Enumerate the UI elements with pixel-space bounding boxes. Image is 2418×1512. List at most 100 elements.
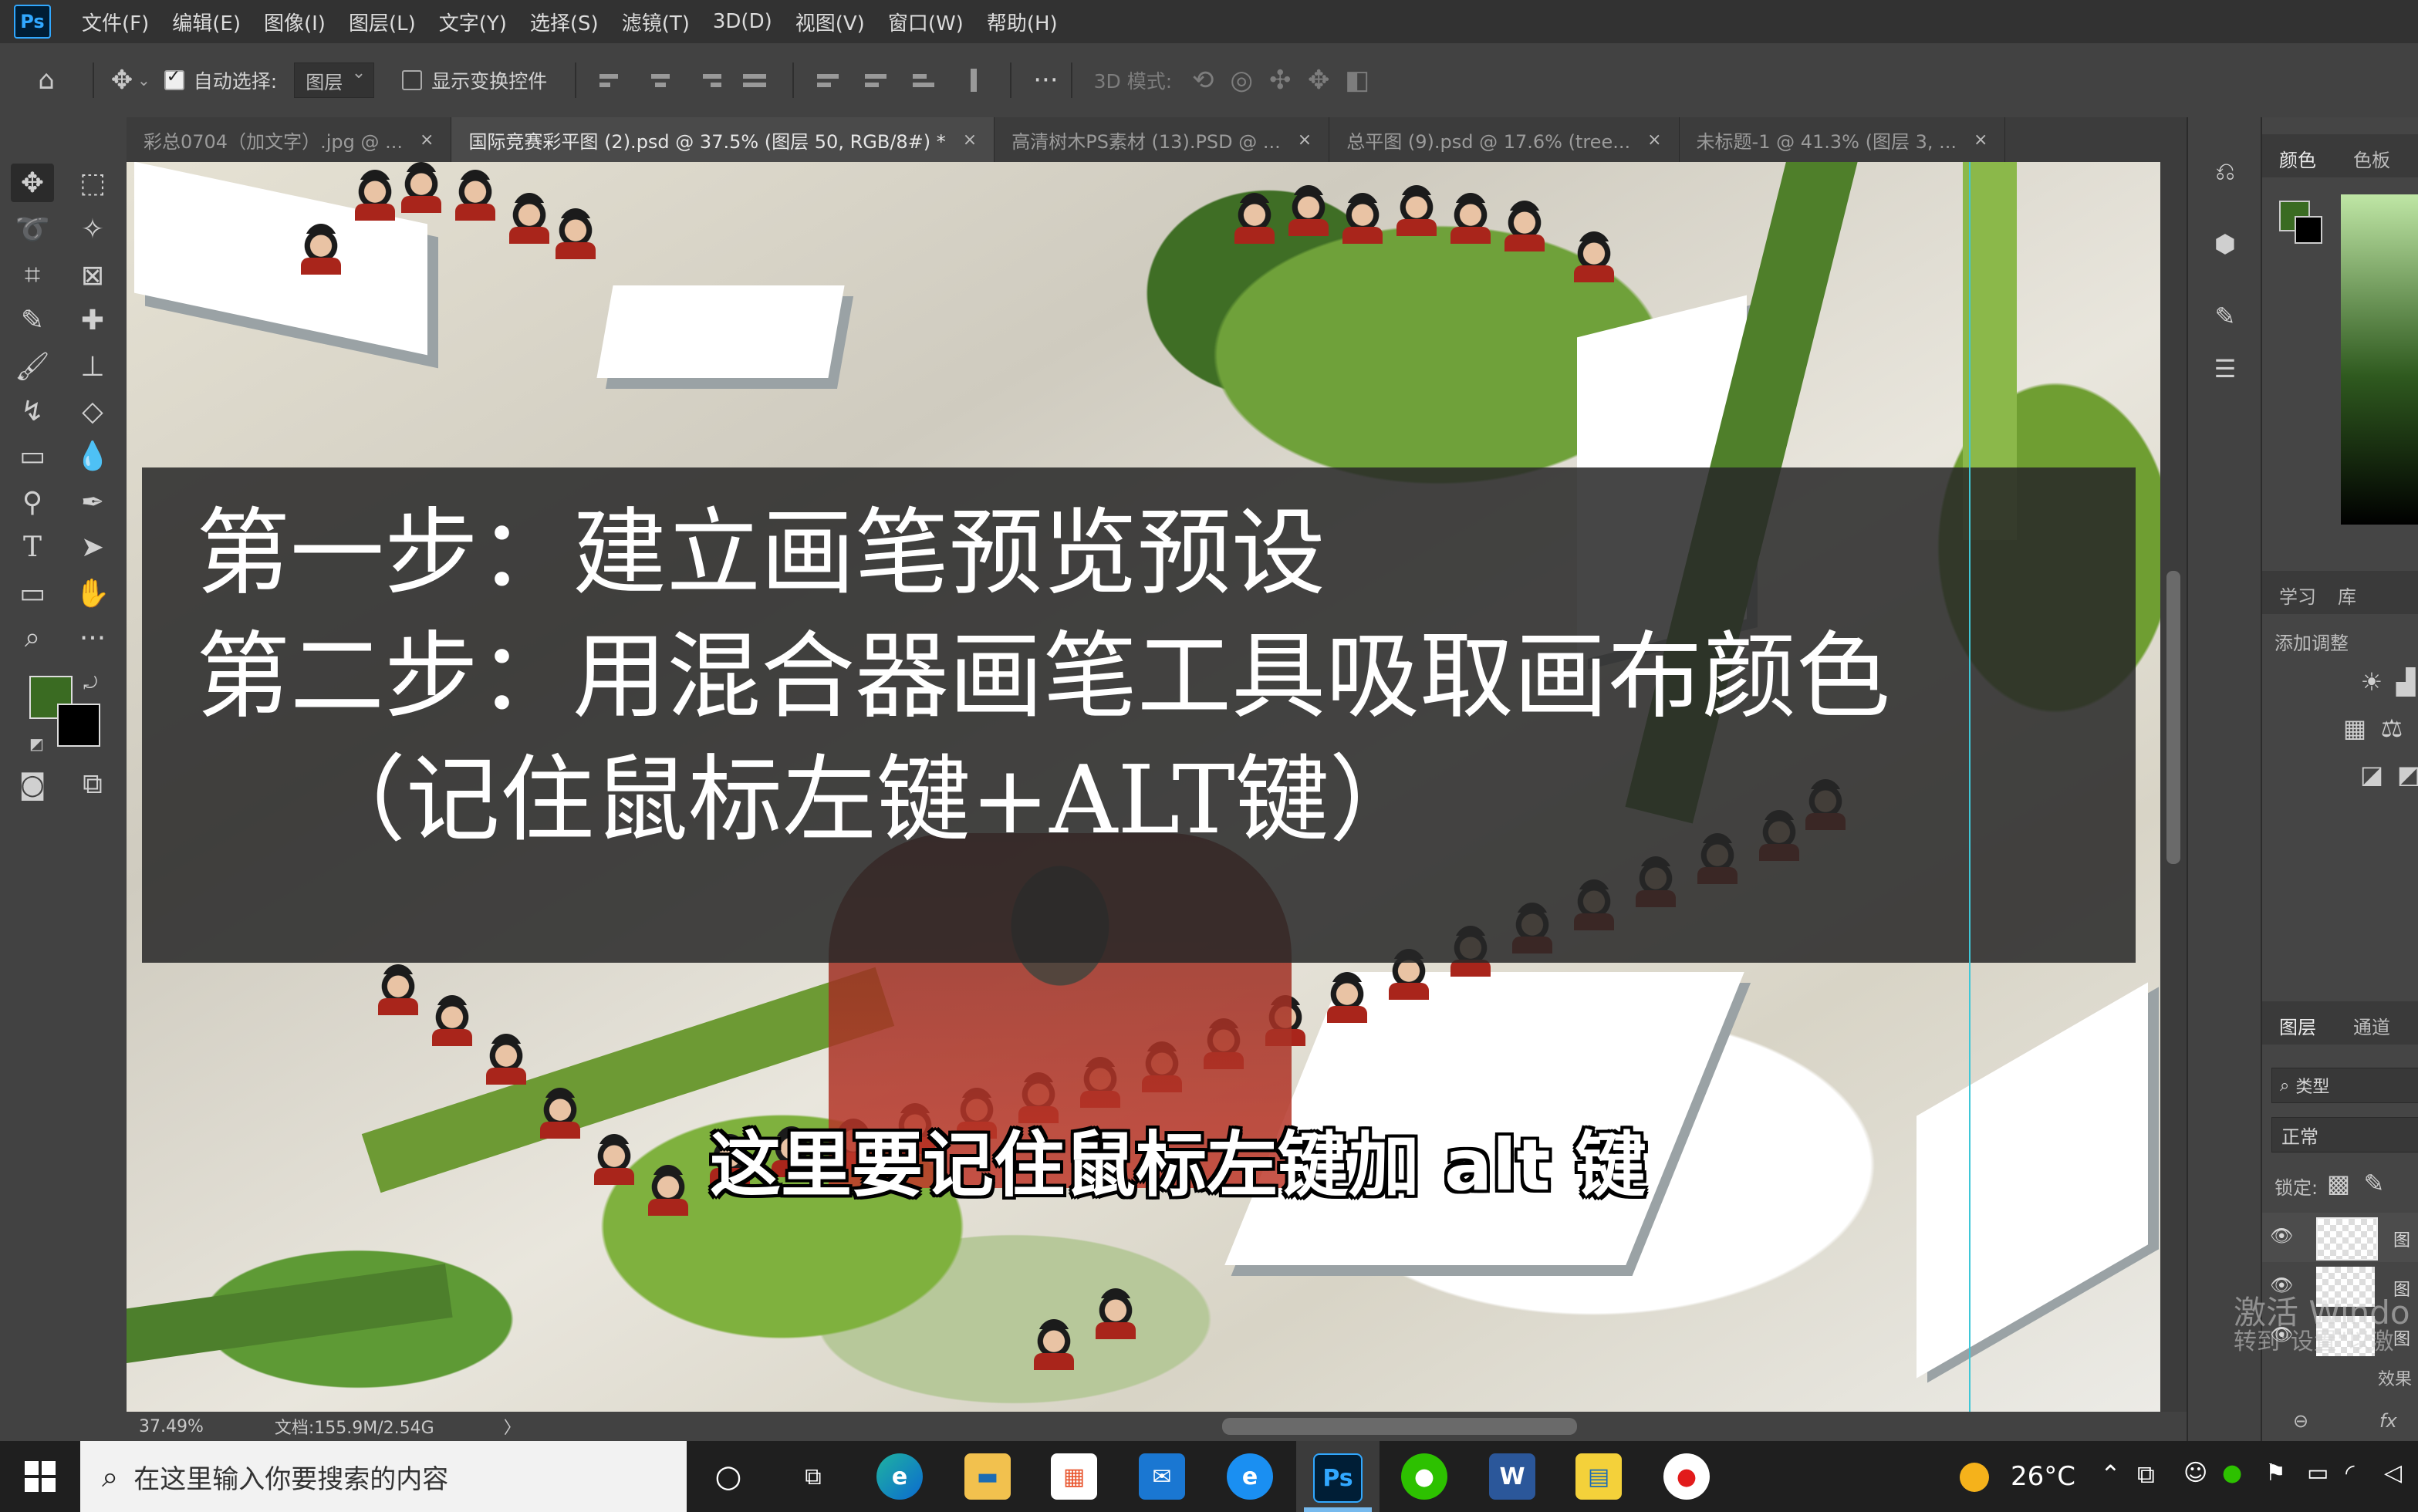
menu-edit[interactable]: 编辑(E)	[172, 8, 241, 36]
word-icon[interactable]: W	[1489, 1453, 1535, 1500]
align-top-icon[interactable]	[817, 67, 843, 93]
align-center-icon[interactable]	[647, 67, 674, 93]
magic-wand-tool-icon[interactable]: ✧	[71, 210, 114, 248]
tray-bookmark-icon[interactable]: ⚑	[2265, 1460, 2286, 1487]
close-icon[interactable]: ×	[963, 130, 977, 150]
more-options-button[interactable]: ···	[1033, 65, 1058, 96]
menu-type[interactable]: 文字(Y)	[439, 8, 507, 36]
levels-adjustment-icon[interactable]: ▟	[2390, 667, 2418, 697]
distribute-horizontal-icon[interactable]	[743, 67, 769, 93]
menu-layer[interactable]: 图层(L)	[349, 8, 416, 36]
mail-icon[interactable]: ✉	[1139, 1453, 1185, 1500]
more-tools-icon[interactable]: ···	[71, 619, 114, 657]
menu-image[interactable]: 图像(I)	[264, 8, 326, 36]
notepad-icon[interactable]: ▤	[1575, 1453, 1622, 1500]
menu-window[interactable]: 窗口(W)	[888, 8, 964, 36]
balance-adjustment-icon[interactable]: ⚖	[2376, 713, 2407, 744]
color-picker-field[interactable]	[2341, 194, 2418, 525]
cortana-icon[interactable]: ○	[705, 1453, 751, 1500]
align-right-icon[interactable]	[695, 67, 722, 93]
rectangle-tool-icon[interactable]: ▭	[11, 574, 54, 613]
close-icon[interactable]: ×	[1974, 130, 1987, 150]
screen-mode-icon[interactable]: ⧉	[71, 765, 114, 804]
home-icon[interactable]: ⌂	[31, 65, 62, 96]
tab-learn[interactable]: 学习	[2279, 582, 2316, 609]
default-colors-icon[interactable]: ◩	[29, 734, 44, 753]
blend-mode-dropdown[interactable]: 正常	[2271, 1117, 2418, 1153]
history-brush-tool-icon[interactable]: ↯	[11, 392, 54, 430]
align-bottom-icon[interactable]	[913, 67, 939, 93]
scrollbar-thumb[interactable]	[2166, 571, 2180, 864]
healing-brush-tool-icon[interactable]: ✚	[71, 301, 114, 339]
brush-settings-icon[interactable]: ✎	[2210, 301, 2241, 332]
hand-tool-icon[interactable]: ✋	[71, 574, 114, 613]
tray-wechat-icon[interactable]: ●	[2222, 1460, 2242, 1487]
tab-libraries[interactable]: 库	[2338, 582, 2356, 609]
gradient-map-adjustment-icon[interactable]: ◩	[2393, 759, 2418, 790]
weather-sun-icon[interactable]	[1960, 1463, 1989, 1492]
properties-panel-icon[interactable]: ☰	[2210, 353, 2241, 384]
3d-pan-icon[interactable]: ✣	[1265, 65, 1295, 96]
menu-filter[interactable]: 滤镜(T)	[622, 8, 690, 36]
blur-tool-icon[interactable]: 💧	[71, 437, 114, 475]
taskbar-search-box[interactable]: ⌕ 在这里输入你要搜索的内容	[80, 1441, 687, 1512]
windows-start-icon[interactable]	[0, 1441, 80, 1512]
crop-tool-icon[interactable]: ⌗	[11, 256, 54, 295]
lasso-tool-icon[interactable]: ➰	[11, 210, 54, 248]
chevron-down-icon[interactable]: ⌄	[137, 71, 150, 89]
eraser-tool-icon[interactable]: ◇	[71, 392, 114, 430]
file-explorer-icon[interactable]: ▬	[964, 1453, 1011, 1500]
menu-help[interactable]: 帮助(H)	[987, 8, 1058, 36]
path-selection-tool-icon[interactable]: ➤	[71, 528, 114, 566]
tray-network-icon[interactable]: ⧉	[2137, 1460, 2155, 1490]
layer-filter-dropdown[interactable]: ⌕ 类型	[2271, 1068, 2418, 1103]
wifi-icon[interactable]: ◜	[2345, 1460, 2355, 1487]
history-panel-icon[interactable]: ⎌	[2210, 156, 2241, 187]
tab-color[interactable]: 颜色	[2279, 145, 2316, 172]
menu-select[interactable]: 选择(S)	[530, 8, 599, 36]
zoom-tool-icon[interactable]: ⌕	[11, 619, 54, 657]
wechat-icon[interactable]: ●	[1401, 1453, 1447, 1500]
auto-select-target-dropdown[interactable]: 图层	[294, 62, 375, 98]
move-tool-icon[interactable]: ✥	[11, 164, 54, 202]
volume-icon[interactable]: ◁	[2384, 1460, 2402, 1487]
tab-document-1[interactable]: 彩总0704（加文字）.jpg @ ... ×	[127, 117, 452, 162]
eyedropper-tool-icon[interactable]: ✎	[11, 301, 54, 339]
zoom-level[interactable]: 37.49%	[139, 1417, 204, 1436]
ie-icon[interactable]: e	[1227, 1453, 1273, 1500]
tab-document-2[interactable]: 国际竞赛彩平图 (2).psd @ 37.5% (图层 50, RGB/8#) …	[451, 117, 995, 162]
weather-temperature[interactable]: 26°C	[2011, 1461, 2075, 1492]
store-icon[interactable]: ▦	[1051, 1453, 1097, 1500]
guide-line[interactable]	[1969, 162, 1971, 1412]
align-middle-icon[interactable]	[865, 67, 891, 93]
task-view-icon[interactable]: ⧉	[790, 1453, 836, 1500]
fx-button[interactable]: fx	[2379, 1410, 2397, 1432]
brush-tool-icon[interactable]: 🖌	[11, 347, 54, 386]
canvas-vertical-scrollbar[interactable]	[2160, 162, 2187, 1412]
close-icon[interactable]: ×	[1647, 130, 1661, 150]
move-tool-preset-icon[interactable]: ✥	[106, 65, 137, 96]
eye-icon[interactable]: 👁	[2270, 1225, 2293, 1247]
tab-document-5[interactable]: 未标题-1 @ 41.3% (图层 3, ... ×	[1680, 117, 2006, 162]
3d-camera-icon[interactable]: ◧	[1342, 65, 1373, 96]
horizontal-scrollbar-thumb[interactable]	[1222, 1418, 1577, 1435]
layer-row[interactable]: 👁 图	[2262, 1213, 2418, 1262]
link-layers-icon[interactable]: ⊖	[2293, 1410, 2308, 1432]
battery-icon[interactable]: ▭	[2307, 1460, 2329, 1487]
distribute-vertical-icon[interactable]	[961, 67, 987, 93]
3d-roll-icon[interactable]: ◎	[1226, 65, 1257, 96]
invert-adjustment-icon[interactable]: ◪	[2356, 759, 2387, 790]
menu-file[interactable]: 文件(F)	[82, 8, 149, 36]
tray-qq-icon[interactable]: ☺	[2183, 1460, 2207, 1487]
brightness-adjustment-icon[interactable]: ☀	[2356, 667, 2387, 697]
swap-colors-icon[interactable]: ⤾	[83, 674, 97, 694]
menu-3d[interactable]: 3D(D)	[713, 10, 772, 33]
status-menu-arrow[interactable]: 〉	[504, 1414, 521, 1439]
frame-tool-icon[interactable]: ⊠	[71, 256, 114, 295]
dodge-tool-icon[interactable]: ⚲	[11, 483, 54, 521]
edge-icon[interactable]: e	[876, 1453, 923, 1500]
exposure-adjustment-icon[interactable]: ▦	[2339, 713, 2370, 744]
close-icon[interactable]: ×	[420, 130, 434, 150]
photoshop-taskbar-icon[interactable]: Ps	[1313, 1453, 1363, 1503]
gradient-tool-icon[interactable]: ▭	[11, 437, 54, 475]
